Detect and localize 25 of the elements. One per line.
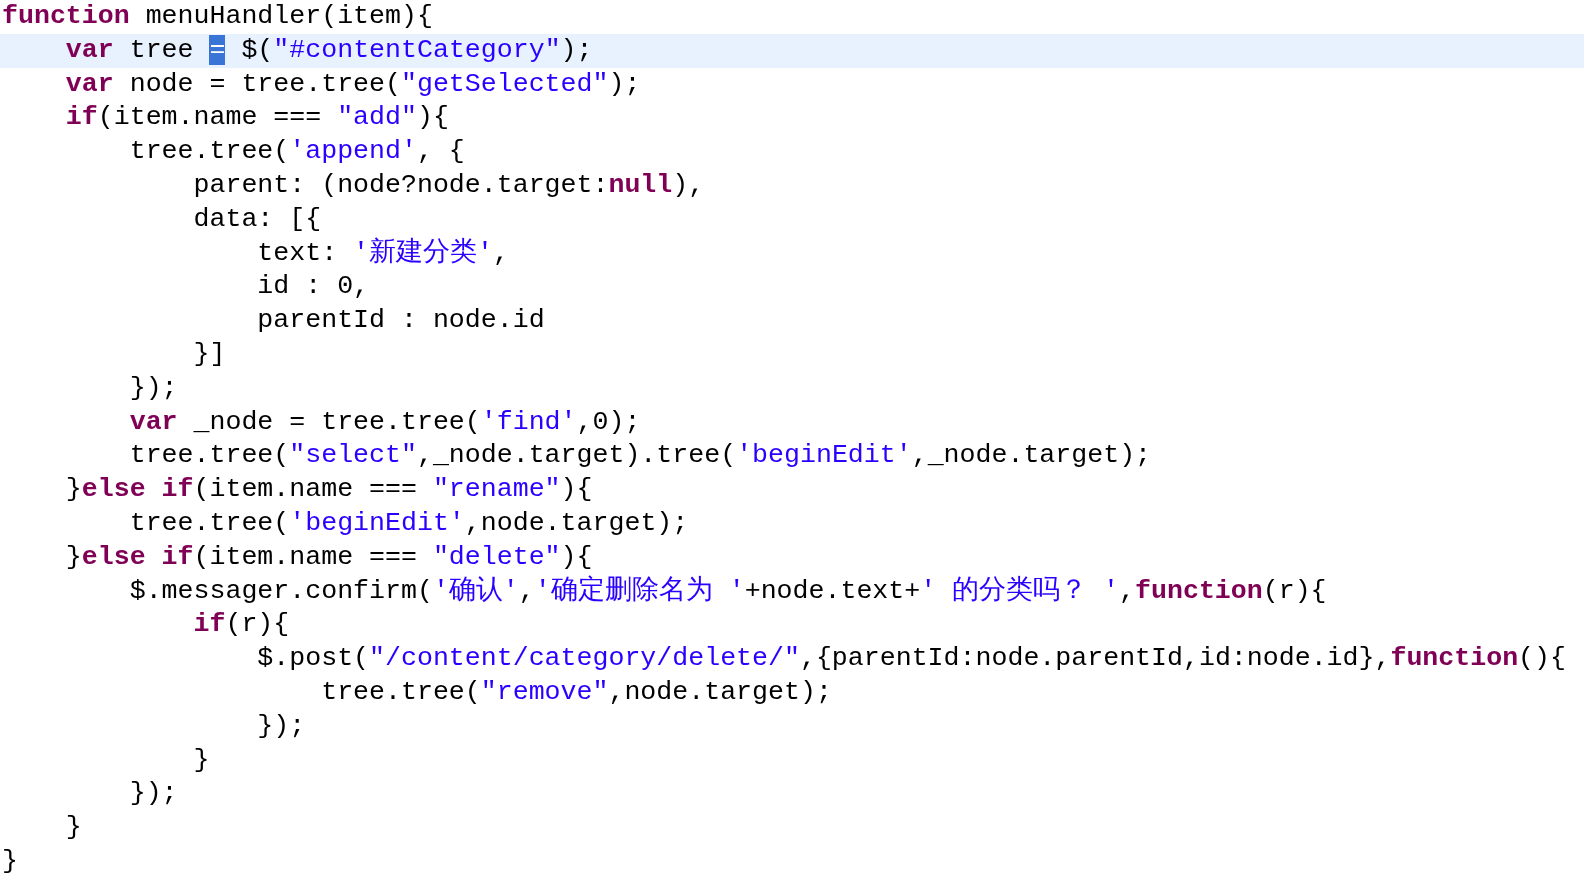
code-line: }	[64, 811, 83, 845]
code-line: $.post("/content/category/delete/",{parentId:node.parentId,id:node.id},function(){	[256, 642, 1567, 676]
code-line: });	[128, 371, 179, 405]
code-line: parent: (node?node.target:null),	[192, 169, 706, 202]
code-line: });	[128, 777, 179, 811]
code-line: }	[192, 743, 211, 777]
code-line: text: '新建分类',	[256, 236, 510, 270]
code-line: if(r){	[192, 608, 291, 642]
code-line: tree.tree("remove",node.target);	[320, 675, 833, 709]
code-line: }]	[192, 337, 227, 371]
code-line: }else if(item.name === "delete"){	[64, 540, 594, 574]
code-line: $.messager.confirm('确认','确定删除名为 '+node.text+' 的分类吗？ ',function(r){	[128, 574, 1328, 608]
code-line: tree.tree('append', {	[128, 135, 466, 169]
code-line: parentId : node.id	[256, 304, 546, 338]
code-line: function menuHandler(item){	[1, 0, 434, 33]
code-line: tree.tree("select",_node.target).tree('beginEdit',_node.target);	[128, 439, 1153, 473]
code-line: }else if(item.name === "rename"){	[64, 473, 594, 507]
code-line: });	[256, 709, 307, 743]
code-line: }	[1, 844, 19, 878]
code-line: tree.tree('beginEdit',node.target);	[128, 506, 690, 540]
code-line: if(item.name === "add"){	[64, 101, 450, 135]
code-line: data: [{	[192, 202, 323, 236]
code-line: id : 0,	[256, 270, 371, 304]
code-line: var node = tree.tree("getSelected");	[64, 67, 642, 101]
code-line: var _node = tree.tree('find',0);	[128, 405, 642, 439]
